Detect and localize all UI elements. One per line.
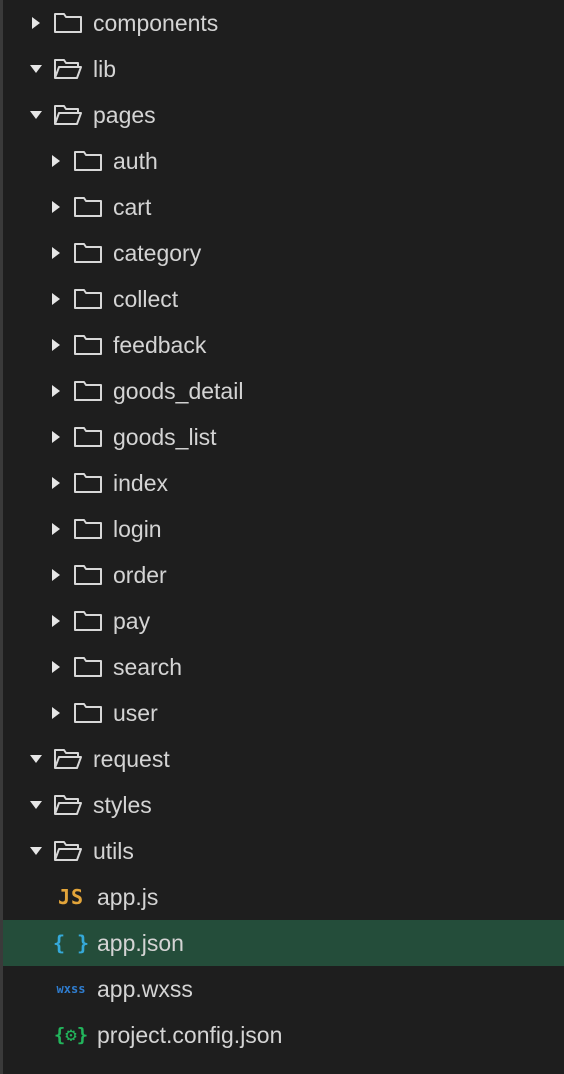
file-explorer: components lib pages auth cart category collec… bbox=[0, 0, 564, 1074]
tree-item-label: app.js bbox=[97, 884, 159, 910]
json-file-icon: { } bbox=[52, 931, 90, 955]
tree-item-label: components bbox=[93, 10, 219, 36]
folder-icon bbox=[71, 698, 105, 728]
folder-icon bbox=[71, 192, 105, 222]
chevron-right-icon[interactable] bbox=[43, 700, 69, 726]
tree-folder-pay[interactable]: pay bbox=[3, 598, 564, 644]
tree-item-label: styles bbox=[93, 792, 152, 818]
tree-file-app-wxss[interactable]: wxss app.wxss bbox=[3, 966, 564, 1012]
tree-item-label: order bbox=[113, 562, 167, 588]
file-tree: components lib pages auth cart category collec… bbox=[3, 0, 564, 1058]
tree-item-label: feedback bbox=[113, 332, 207, 358]
folder-icon bbox=[71, 284, 105, 314]
config-file-icon: {⚙} bbox=[53, 1024, 89, 1046]
tree-item-label: lib bbox=[93, 56, 117, 82]
chevron-down-icon[interactable] bbox=[23, 102, 49, 128]
tree-item-label: goods_detail bbox=[113, 378, 244, 404]
tree-folder-cart[interactable]: cart bbox=[3, 184, 564, 230]
chevron-down-icon[interactable] bbox=[23, 746, 49, 772]
tree-item-label: goods_list bbox=[113, 424, 217, 450]
tree-item-label: user bbox=[113, 700, 158, 726]
folder-open-icon bbox=[51, 836, 85, 866]
chevron-right-icon[interactable] bbox=[23, 10, 49, 36]
tree-folder-search[interactable]: search bbox=[3, 644, 564, 690]
folder-icon bbox=[71, 468, 105, 498]
chevron-right-icon[interactable] bbox=[43, 194, 69, 220]
tree-folder-goods-list[interactable]: goods_list bbox=[3, 414, 564, 460]
folder-icon bbox=[71, 514, 105, 544]
tree-folder-order[interactable]: order bbox=[3, 552, 564, 598]
tree-file-app-js[interactable]: JS app.js bbox=[3, 874, 564, 920]
chevron-right-icon[interactable] bbox=[43, 286, 69, 312]
tree-item-label: request bbox=[93, 746, 170, 772]
chevron-right-icon[interactable] bbox=[43, 240, 69, 266]
tree-folder-styles[interactable]: styles bbox=[3, 782, 564, 828]
chevron-right-icon[interactable] bbox=[43, 654, 69, 680]
folder-open-icon bbox=[51, 790, 85, 820]
chevron-down-icon[interactable] bbox=[23, 792, 49, 818]
chevron-right-icon[interactable] bbox=[43, 470, 69, 496]
tree-item-label: project.config.json bbox=[97, 1022, 283, 1048]
tree-item-label: utils bbox=[93, 838, 134, 864]
tree-folder-goods-detail[interactable]: goods_detail bbox=[3, 368, 564, 414]
tree-file-project-config-json[interactable]: {⚙} project.config.json bbox=[3, 1012, 564, 1058]
tree-item-label: app.json bbox=[97, 930, 184, 956]
tree-folder-auth[interactable]: auth bbox=[3, 138, 564, 184]
folder-icon bbox=[71, 560, 105, 590]
js-file-icon: JS bbox=[57, 885, 85, 909]
folder-icon bbox=[71, 238, 105, 268]
tree-item-label: cart bbox=[113, 194, 152, 220]
folder-open-icon bbox=[51, 100, 85, 130]
chevron-right-icon[interactable] bbox=[43, 562, 69, 588]
chevron-down-icon[interactable] bbox=[23, 56, 49, 82]
tree-item-label: category bbox=[113, 240, 202, 266]
folder-icon bbox=[71, 146, 105, 176]
tree-folder-lib[interactable]: lib bbox=[3, 46, 564, 92]
folder-icon bbox=[71, 606, 105, 636]
chevron-right-icon[interactable] bbox=[43, 148, 69, 174]
tree-folder-feedback[interactable]: feedback bbox=[3, 322, 564, 368]
chevron-down-icon[interactable] bbox=[23, 838, 49, 864]
tree-folder-utils[interactable]: utils bbox=[3, 828, 564, 874]
tree-folder-pages[interactable]: pages bbox=[3, 92, 564, 138]
folder-icon bbox=[71, 330, 105, 360]
tree-folder-index[interactable]: index bbox=[3, 460, 564, 506]
chevron-right-icon[interactable] bbox=[43, 516, 69, 542]
tree-folder-collect[interactable]: collect bbox=[3, 276, 564, 322]
tree-file-app-json[interactable]: { } app.json bbox=[3, 920, 564, 966]
tree-item-label: auth bbox=[113, 148, 158, 174]
tree-item-label: pay bbox=[113, 608, 151, 634]
folder-icon bbox=[71, 652, 105, 682]
chevron-right-icon[interactable] bbox=[43, 378, 69, 404]
folder-open-icon bbox=[51, 744, 85, 774]
tree-item-label: pages bbox=[93, 102, 156, 128]
tree-item-label: login bbox=[113, 516, 162, 542]
tree-folder-category[interactable]: category bbox=[3, 230, 564, 276]
tree-item-label: search bbox=[113, 654, 183, 680]
tree-item-label: collect bbox=[113, 286, 179, 312]
wxss-file-icon: wxss bbox=[56, 982, 86, 996]
chevron-right-icon[interactable] bbox=[43, 332, 69, 358]
folder-icon bbox=[71, 422, 105, 452]
folder-icon bbox=[51, 8, 85, 38]
tree-folder-request[interactable]: request bbox=[3, 736, 564, 782]
tree-folder-login[interactable]: login bbox=[3, 506, 564, 552]
folder-open-icon bbox=[51, 54, 85, 84]
folder-icon bbox=[71, 376, 105, 406]
tree-folder-user[interactable]: user bbox=[3, 690, 564, 736]
tree-item-label: app.wxss bbox=[97, 976, 193, 1002]
tree-folder-components[interactable]: components bbox=[3, 0, 564, 46]
chevron-right-icon[interactable] bbox=[43, 608, 69, 634]
chevron-right-icon[interactable] bbox=[43, 424, 69, 450]
tree-item-label: index bbox=[113, 470, 168, 496]
